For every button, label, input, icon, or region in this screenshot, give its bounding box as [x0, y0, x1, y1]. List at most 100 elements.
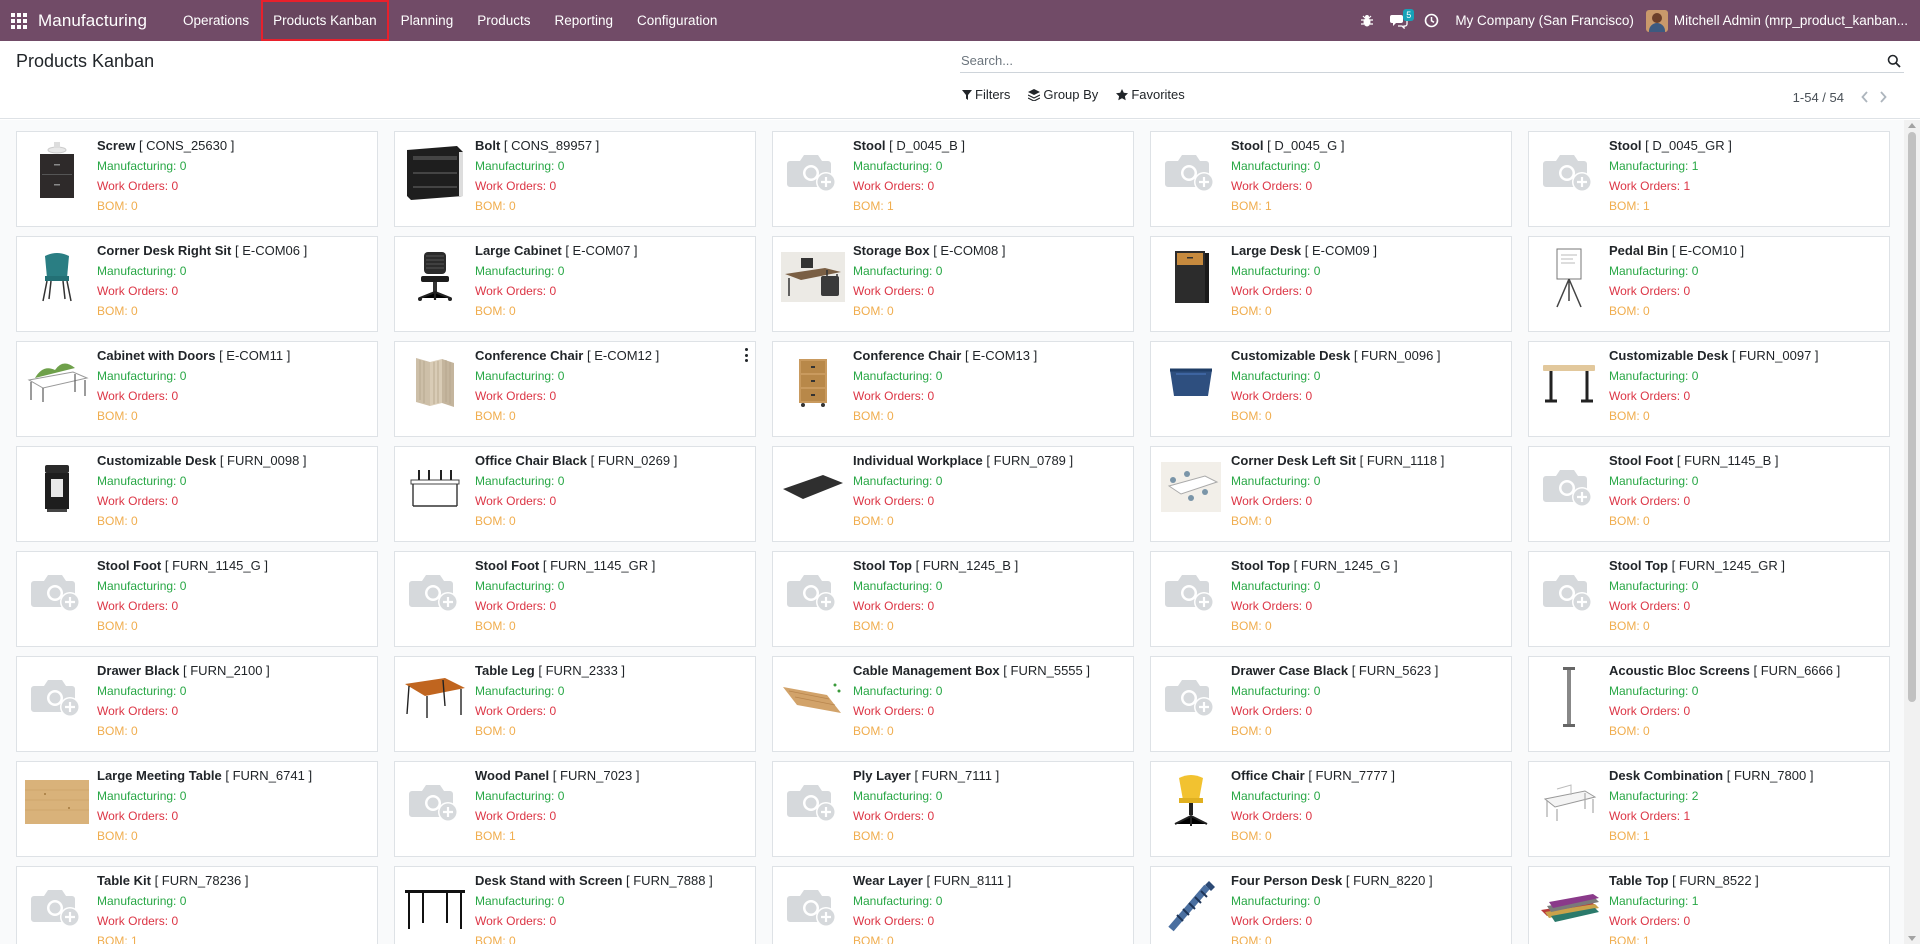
product-card[interactable]: Corner Desk Left Sit [ FURN_1118 ] Manufa…: [1150, 446, 1512, 542]
product-card[interactable]: Four Person Desk [ FURN_8220 ] Manufactur…: [1150, 866, 1512, 944]
product-card[interactable]: Cabinet with Doors [ E-COM11 ] Manufactur…: [16, 341, 378, 437]
product-title: Office Chair [ FURN_7777 ]: [1231, 766, 1503, 786]
work-orders-count: Work Orders: 0: [853, 179, 935, 193]
chevron-left-icon[interactable]: [1856, 89, 1874, 105]
manufacturing-count: Manufacturing: 0: [853, 159, 943, 173]
product-card[interactable]: Table Top [ FURN_8522 ] Manufacturing: 1 W…: [1528, 866, 1890, 944]
product-reference: [ FURN_78236 ]: [154, 873, 249, 888]
product-card[interactable]: Customizable Desk [ FURN_0096 ] Manufactu…: [1150, 341, 1512, 437]
product-card[interactable]: Desk Combination [ FURN_7800 ] Manufactur…: [1528, 761, 1890, 857]
product-card[interactable]: Stool Top [ FURN_1245_G ] Manufacturing: …: [1150, 551, 1512, 647]
menu-products[interactable]: Products: [465, 0, 542, 41]
product-card[interactable]: Corner Desk Right Sit [ E-COM06 ] Manufac…: [16, 236, 378, 332]
product-card[interactable]: Stool Top [ FURN_1245_GR ] Manufacturing:…: [1528, 551, 1890, 647]
product-card[interactable]: Drawer Black [ FURN_2100 ] Manufacturing:…: [16, 656, 378, 752]
menu-products-kanban[interactable]: Products Kanban: [261, 0, 389, 41]
card-body: Wood Panel [ FURN_7023 ] Manufacturing: 0…: [475, 766, 747, 846]
product-title: Conference Chair [ E-COM13 ]: [853, 346, 1125, 366]
menu-reporting[interactable]: Reporting: [542, 0, 625, 41]
work-orders-count: Work Orders: 0: [475, 809, 557, 823]
scroll-thumb[interactable]: [1908, 132, 1916, 702]
product-card[interactable]: Stool [ D_0045_GR ] Manufacturing: 1 Work …: [1528, 131, 1890, 227]
product-card[interactable]: Conference Chair [ E-COM13 ] Manufacturin…: [772, 341, 1134, 437]
activity-clock-icon[interactable]: [1415, 0, 1447, 41]
manufacturing-count: Manufacturing: 0: [475, 789, 565, 803]
product-card[interactable]: Cable Management Box [ FURN_5555 ] Manufa…: [772, 656, 1134, 752]
product-card[interactable]: Customizable Desk [ FURN_0097 ] Manufactu…: [1528, 341, 1890, 437]
menu-planning[interactable]: Planning: [389, 0, 466, 41]
placeholder-camera-icon: [781, 140, 845, 204]
product-card[interactable]: Office Chair Black [ FURN_0269 ] Manufact…: [394, 446, 756, 542]
product-card[interactable]: Desk Stand with Screen [ FURN_7888 ] Manu…: [394, 866, 756, 944]
card-body: Stool Foot [ FURN_1145_GR ] Manufacturing…: [475, 556, 747, 636]
product-card[interactable]: Stool [ D_0045_G ] Manufacturing: 0 Work O…: [1150, 131, 1512, 227]
card-body: Office Chair Black [ FURN_0269 ] Manufact…: [475, 451, 747, 531]
product-card[interactable]: Stool Foot [ FURN_1145_B ] Manufacturing:…: [1528, 446, 1890, 542]
card-body: Drawer Black [ FURN_2100 ] Manufacturing:…: [97, 661, 369, 741]
product-card[interactable]: Stool Top [ FURN_1245_B ] Manufacturing: …: [772, 551, 1134, 647]
product-reference: [ E-COM08 ]: [933, 243, 1006, 258]
product-card[interactable]: Acoustic Bloc Screens [ FURN_6666 ] Manuf…: [1528, 656, 1890, 752]
product-title: Desk Stand with Screen [ FURN_7888 ]: [475, 871, 747, 891]
menu-operations[interactable]: Operations: [171, 0, 261, 41]
app-brand[interactable]: Manufacturing: [38, 11, 159, 31]
apps-menu-icon[interactable]: [0, 0, 38, 41]
product-card[interactable]: Wear Layer [ FURN_8111 ] Manufacturing: 0…: [772, 866, 1134, 944]
vertical-scrollbar[interactable]: [1904, 120, 1920, 944]
product-title: Corner Desk Right Sit [ E-COM06 ]: [97, 241, 369, 261]
search-input[interactable]: [960, 53, 1885, 68]
product-name: Desk Stand with Screen: [475, 873, 623, 888]
product-title: Corner Desk Left Sit [ FURN_1118 ]: [1231, 451, 1503, 471]
product-card[interactable]: Stool Foot [ FURN_1145_G ] Manufacturing:…: [16, 551, 378, 647]
product-card[interactable]: Customizable Desk [ FURN_0098 ] Manufactu…: [16, 446, 378, 542]
product-card[interactable]: Large Desk [ E-COM09 ] Manufacturing: 0 Wo…: [1150, 236, 1512, 332]
product-card[interactable]: Conference Chair [ E-COM12 ] Manufacturin…: [394, 341, 756, 437]
manufacturing-count: Manufacturing: 0: [475, 579, 565, 593]
scroll-down-arrow[interactable]: [1908, 936, 1916, 941]
product-card[interactable]: Stool [ D_0045_B ] Manufacturing: 0 Work O…: [772, 131, 1134, 227]
chevron-right-icon[interactable]: [1874, 89, 1892, 105]
product-card[interactable]: Pedal Bin [ E-COM10 ] Manufacturing: 0 Wor…: [1528, 236, 1890, 332]
product-name: Corner Desk Right Sit: [97, 243, 232, 258]
user-name: Mitchell Admin (mrp_product_kanban...: [1673, 13, 1908, 28]
product-card[interactable]: Large Meeting Table [ FURN_6741 ] Manufac…: [16, 761, 378, 857]
manufacturing-count: Manufacturing: 0: [1609, 684, 1699, 698]
product-name: Customizable Desk: [1609, 348, 1729, 363]
work-orders-count: Work Orders: 0: [853, 704, 935, 718]
bug-icon[interactable]: [1351, 0, 1383, 41]
product-card[interactable]: Table Kit [ FURN_78236 ] Manufacturing: 0…: [16, 866, 378, 944]
bom-count: BOM: 0: [853, 619, 894, 633]
menu-configuration[interactable]: Configuration: [625, 0, 729, 41]
card-body: Stool [ D_0045_G ] Manufacturing: 0 Work O…: [1231, 136, 1503, 216]
group-by-button[interactable]: Group By: [1028, 87, 1098, 102]
product-card[interactable]: Storage Box [ E-COM08 ] Manufacturing: 0 W…: [772, 236, 1134, 332]
placeholder-camera-icon: [25, 560, 89, 624]
product-card[interactable]: Table Leg [ FURN_2333 ] Manufacturing: 0 W…: [394, 656, 756, 752]
card-body: Stool [ D_0045_GR ] Manufacturing: 1 Work …: [1609, 136, 1881, 216]
filters-button[interactable]: Filters: [962, 87, 1010, 102]
navbar-systray: 5 My Company (San Francisco) Mitchell Ad…: [1351, 0, 1920, 41]
product-card[interactable]: Bolt [ CONS_89957 ] Manufacturing: 0 Work …: [394, 131, 756, 227]
product-card[interactable]: Large Cabinet [ E-COM07 ] Manufacturing: …: [394, 236, 756, 332]
bom-count: BOM: 0: [1231, 934, 1272, 944]
product-card[interactable]: Wood Panel [ FURN_7023 ] Manufacturing: 0…: [394, 761, 756, 857]
product-card[interactable]: Office Chair [ FURN_7777 ] Manufacturing:…: [1150, 761, 1512, 857]
messages-icon[interactable]: 5: [1383, 0, 1415, 41]
placeholder-camera-icon: [403, 560, 467, 624]
search-icon[interactable]: [1884, 51, 1904, 71]
favorites-button[interactable]: Favorites: [1116, 87, 1185, 102]
product-title: Cabinet with Doors [ E-COM11 ]: [97, 346, 369, 366]
product-card[interactable]: Individual Workplace [ FURN_0789 ] Manufa…: [772, 446, 1134, 542]
product-card[interactable]: Drawer Case Black [ FURN_5623 ] Manufactu…: [1150, 656, 1512, 752]
product-image: [25, 455, 89, 519]
user-menu[interactable]: Mitchell Admin (mrp_product_kanban...: [1645, 9, 1908, 32]
product-card[interactable]: Stool Foot [ FURN_1145_GR ] Manufacturing…: [394, 551, 756, 647]
manufacturing-count: Manufacturing: 0: [1609, 474, 1699, 488]
product-card[interactable]: Ply Layer [ FURN_7111 ] Manufacturing: 0 W…: [772, 761, 1134, 857]
placeholder-camera-icon: [781, 875, 845, 939]
pager-value[interactable]: 1-54 / 54: [1793, 90, 1844, 105]
product-card[interactable]: Screw [ CONS_25630 ] Manufacturing: 0 Work…: [16, 131, 378, 227]
bom-count: BOM: 0: [853, 304, 894, 318]
company-switcher[interactable]: My Company (San Francisco): [1447, 13, 1646, 28]
scroll-up-arrow[interactable]: [1908, 123, 1916, 128]
